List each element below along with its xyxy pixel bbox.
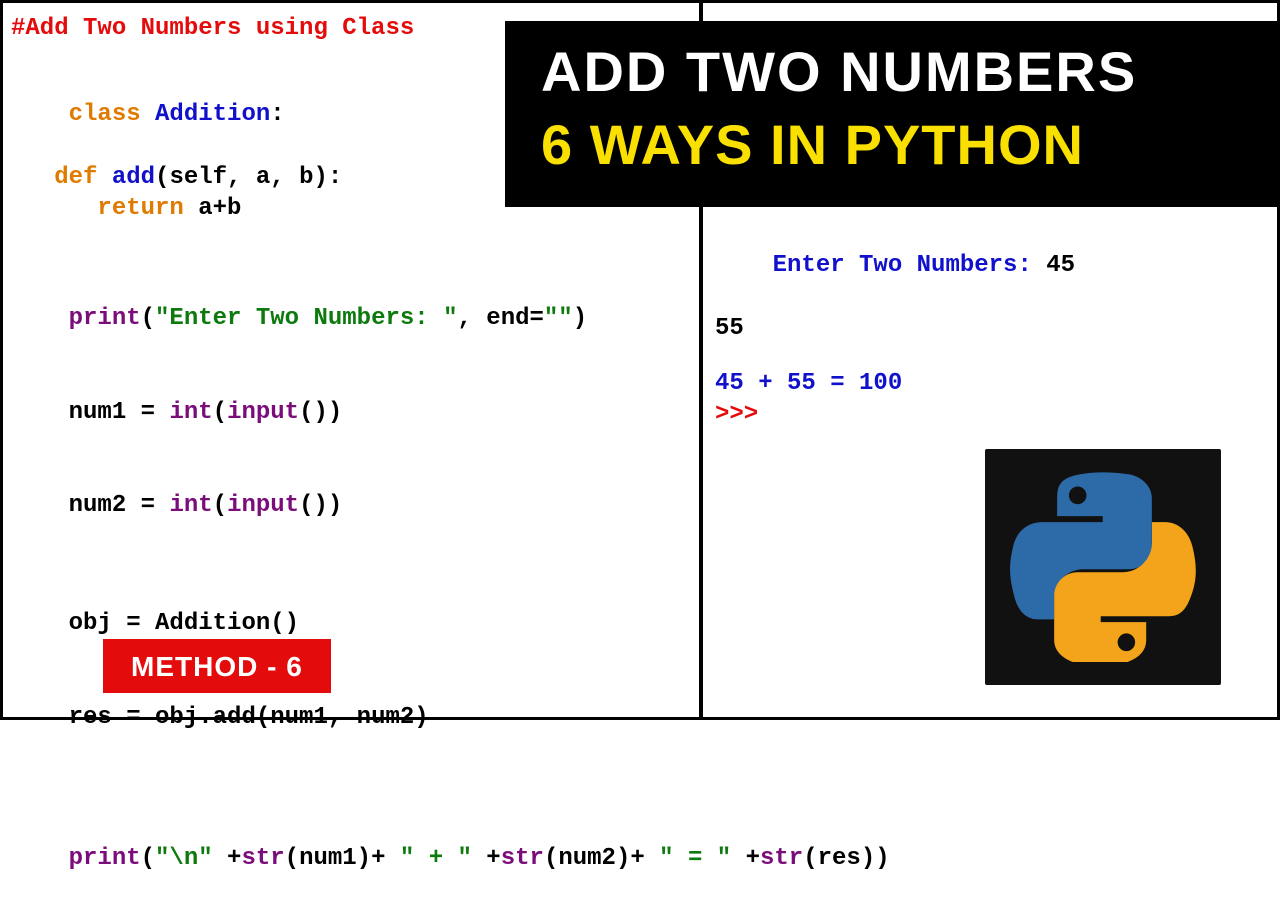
- num1-assign: num1 =: [69, 399, 170, 426]
- repl-prompt: >>>: [715, 401, 773, 428]
- output-input2: 55: [715, 315, 744, 342]
- print1-str: "Enter Two Numbers: ": [155, 305, 457, 332]
- kw-class: class: [69, 101, 141, 128]
- obj-assign: obj =: [69, 610, 155, 637]
- kw-return: return: [97, 195, 183, 222]
- code-comment: #Add Two Numbers using Class: [11, 15, 414, 42]
- title-line1: ADD TWO NUMBERS: [541, 39, 1253, 104]
- output-result: 45 + 55 = 100: [715, 370, 902, 397]
- output-prompt: Enter Two Numbers:: [773, 252, 1047, 279]
- output-panel: Enter Two Numbers: 45 55 45 + 55 = 100 >…: [707, 213, 1279, 436]
- ret-expr: a+b: [184, 195, 242, 222]
- class-name: Addition: [141, 101, 271, 128]
- python-logo: [985, 449, 1221, 685]
- res-assign: res = obj.add: [69, 704, 256, 731]
- method-badge: METHOD - 6: [103, 639, 331, 693]
- print2: print: [69, 845, 141, 872]
- output-input1: 45: [1046, 252, 1075, 279]
- fn-name: add: [97, 164, 155, 191]
- print1: print: [69, 305, 141, 332]
- kw-def: def: [54, 164, 97, 191]
- fn-params: (self, a, b):: [155, 164, 342, 191]
- num2-assign: num2 =: [69, 492, 170, 519]
- title-line2: 6 WAYS IN PYTHON: [541, 112, 1253, 177]
- title-banner: ADD TWO NUMBERS 6 WAYS IN PYTHON: [505, 21, 1277, 207]
- python-icon: [1008, 472, 1198, 662]
